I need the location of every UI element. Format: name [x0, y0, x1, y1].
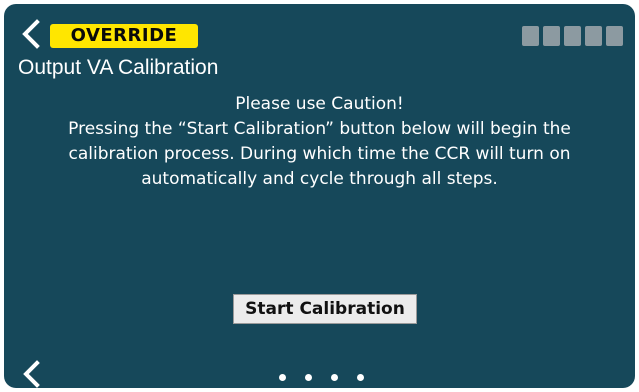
back-button-bottom[interactable]: [20, 359, 42, 388]
signal-bar: [522, 26, 539, 46]
chevron-left-icon: [23, 360, 40, 388]
page-dot[interactable]: [305, 374, 312, 381]
page-dot[interactable]: [357, 374, 364, 381]
calibration-screen: OVERRIDE Output VA Calibration Please us…: [4, 4, 635, 388]
signal-bar: [606, 26, 623, 46]
caution-heading: Please use Caution!: [235, 94, 404, 114]
page-title: Output VA Calibration: [18, 56, 219, 79]
page-indicator: [279, 374, 364, 381]
start-calibration-button[interactable]: Start Calibration: [233, 294, 417, 324]
caution-message: Pressing the “Start Calibration” button …: [68, 119, 571, 189]
signal-bar: [543, 26, 560, 46]
signal-bar: [564, 26, 581, 46]
signal-strength-indicator: [522, 26, 623, 46]
signal-bar: [585, 26, 602, 46]
page-dot[interactable]: [279, 374, 286, 381]
back-button-top[interactable]: [18, 18, 44, 50]
chevron-left-icon: [22, 19, 40, 49]
override-badge: OVERRIDE: [50, 24, 198, 48]
page-dot[interactable]: [331, 374, 338, 381]
